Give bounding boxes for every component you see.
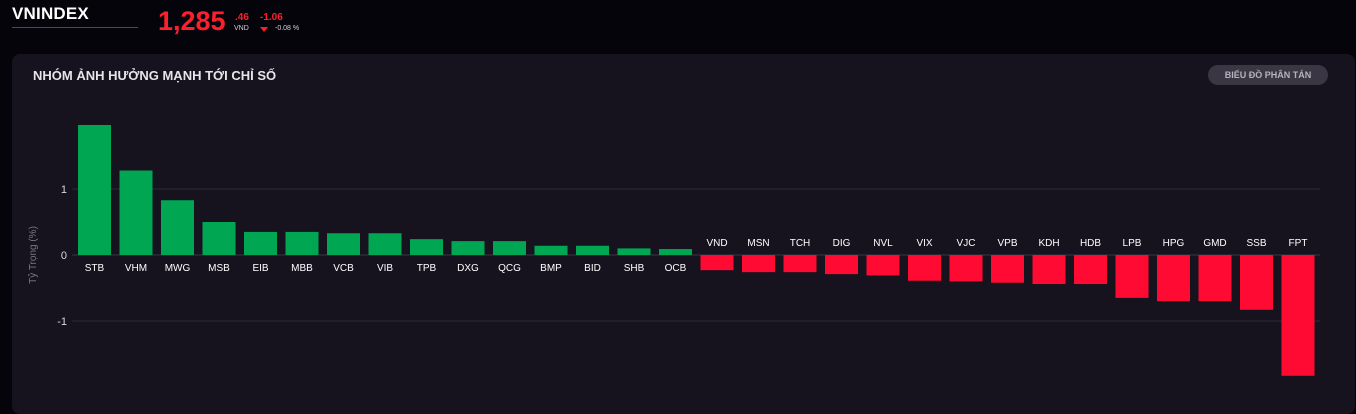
category-label: FPT	[1289, 238, 1308, 249]
price-change: -1.06	[260, 12, 283, 23]
currency-label: VND	[234, 25, 249, 32]
down-arrow-icon	[260, 27, 268, 32]
price-decimal: .46	[235, 12, 249, 23]
bar	[119, 170, 153, 255]
index-name: VNINDEX	[12, 4, 89, 23]
category-label: MWG	[165, 263, 191, 274]
bar	[327, 233, 360, 255]
bar	[1115, 255, 1149, 298]
y-tick-label: 0	[61, 250, 67, 262]
category-label: OCB	[665, 263, 687, 274]
category-label: TPB	[417, 263, 437, 274]
bar	[1281, 255, 1315, 376]
bar	[1198, 255, 1232, 302]
bar	[202, 222, 236, 255]
bar	[576, 245, 609, 255]
category-label: VIB	[377, 263, 393, 274]
category-label: BMP	[540, 263, 562, 274]
category-label: SHB	[624, 263, 645, 274]
bar	[161, 200, 194, 255]
category-label: GMD	[1203, 238, 1226, 249]
bar	[659, 249, 692, 255]
bar	[534, 245, 568, 255]
bar	[410, 239, 443, 255]
bar	[908, 255, 941, 281]
category-label: KDH	[1038, 238, 1059, 249]
category-label: VPB	[997, 238, 1017, 249]
category-label: MBB	[291, 263, 313, 274]
bar	[866, 255, 900, 276]
category-label: EIB	[252, 263, 268, 274]
category-label: HPG	[1163, 238, 1185, 249]
bar	[949, 255, 983, 282]
category-label: BID	[584, 263, 601, 274]
price-change-percent: -0.08 %	[275, 25, 300, 32]
bar	[368, 233, 402, 255]
category-label: QCG	[498, 263, 521, 274]
category-label: VND	[706, 238, 727, 249]
category-label: SSB	[1246, 238, 1266, 249]
index-underline	[12, 27, 138, 28]
bar	[783, 255, 817, 273]
category-label: DXG	[457, 263, 479, 274]
bar	[1032, 255, 1066, 285]
influence-panel: NHÓM ẢNH HƯỞNG MẠNH TỚI CHỈ SỐ BIỂU ĐỒ P…	[12, 54, 1355, 414]
y-tick-label: -1	[57, 316, 67, 328]
bar	[285, 231, 319, 255]
bar	[742, 255, 775, 273]
category-label: HDB	[1080, 238, 1101, 249]
category-label: NVL	[873, 238, 893, 249]
bar	[700, 255, 734, 271]
category-label: VCB	[333, 263, 354, 274]
bar	[825, 255, 858, 275]
category-label: MSB	[208, 263, 230, 274]
bar	[1157, 255, 1190, 302]
bar	[451, 241, 485, 255]
category-label: VHM	[125, 263, 147, 274]
bar	[493, 241, 526, 255]
category-label: VJC	[957, 238, 976, 249]
category-label: MSN	[747, 238, 769, 249]
bar	[991, 255, 1024, 283]
category-label: TCH	[790, 238, 811, 249]
bar	[1074, 255, 1107, 285]
category-label: STB	[85, 263, 105, 274]
category-label: DIG	[833, 238, 851, 249]
bar	[78, 124, 111, 255]
bar	[1240, 255, 1273, 310]
category-label: VIX	[916, 238, 932, 249]
y-axis-title: Tỷ Trọng (%)	[27, 226, 39, 284]
category-label: LPB	[1123, 238, 1142, 249]
bar	[244, 231, 277, 255]
y-tick-label: 1	[61, 184, 67, 196]
bar	[617, 248, 651, 255]
price-integer: 1,285	[158, 6, 226, 36]
influence-bar-chart: -1 0 1 Tỷ Trọng (%) STB VHM MWG MSB EIB MBB VCB VIB…	[27, 124, 1320, 376]
